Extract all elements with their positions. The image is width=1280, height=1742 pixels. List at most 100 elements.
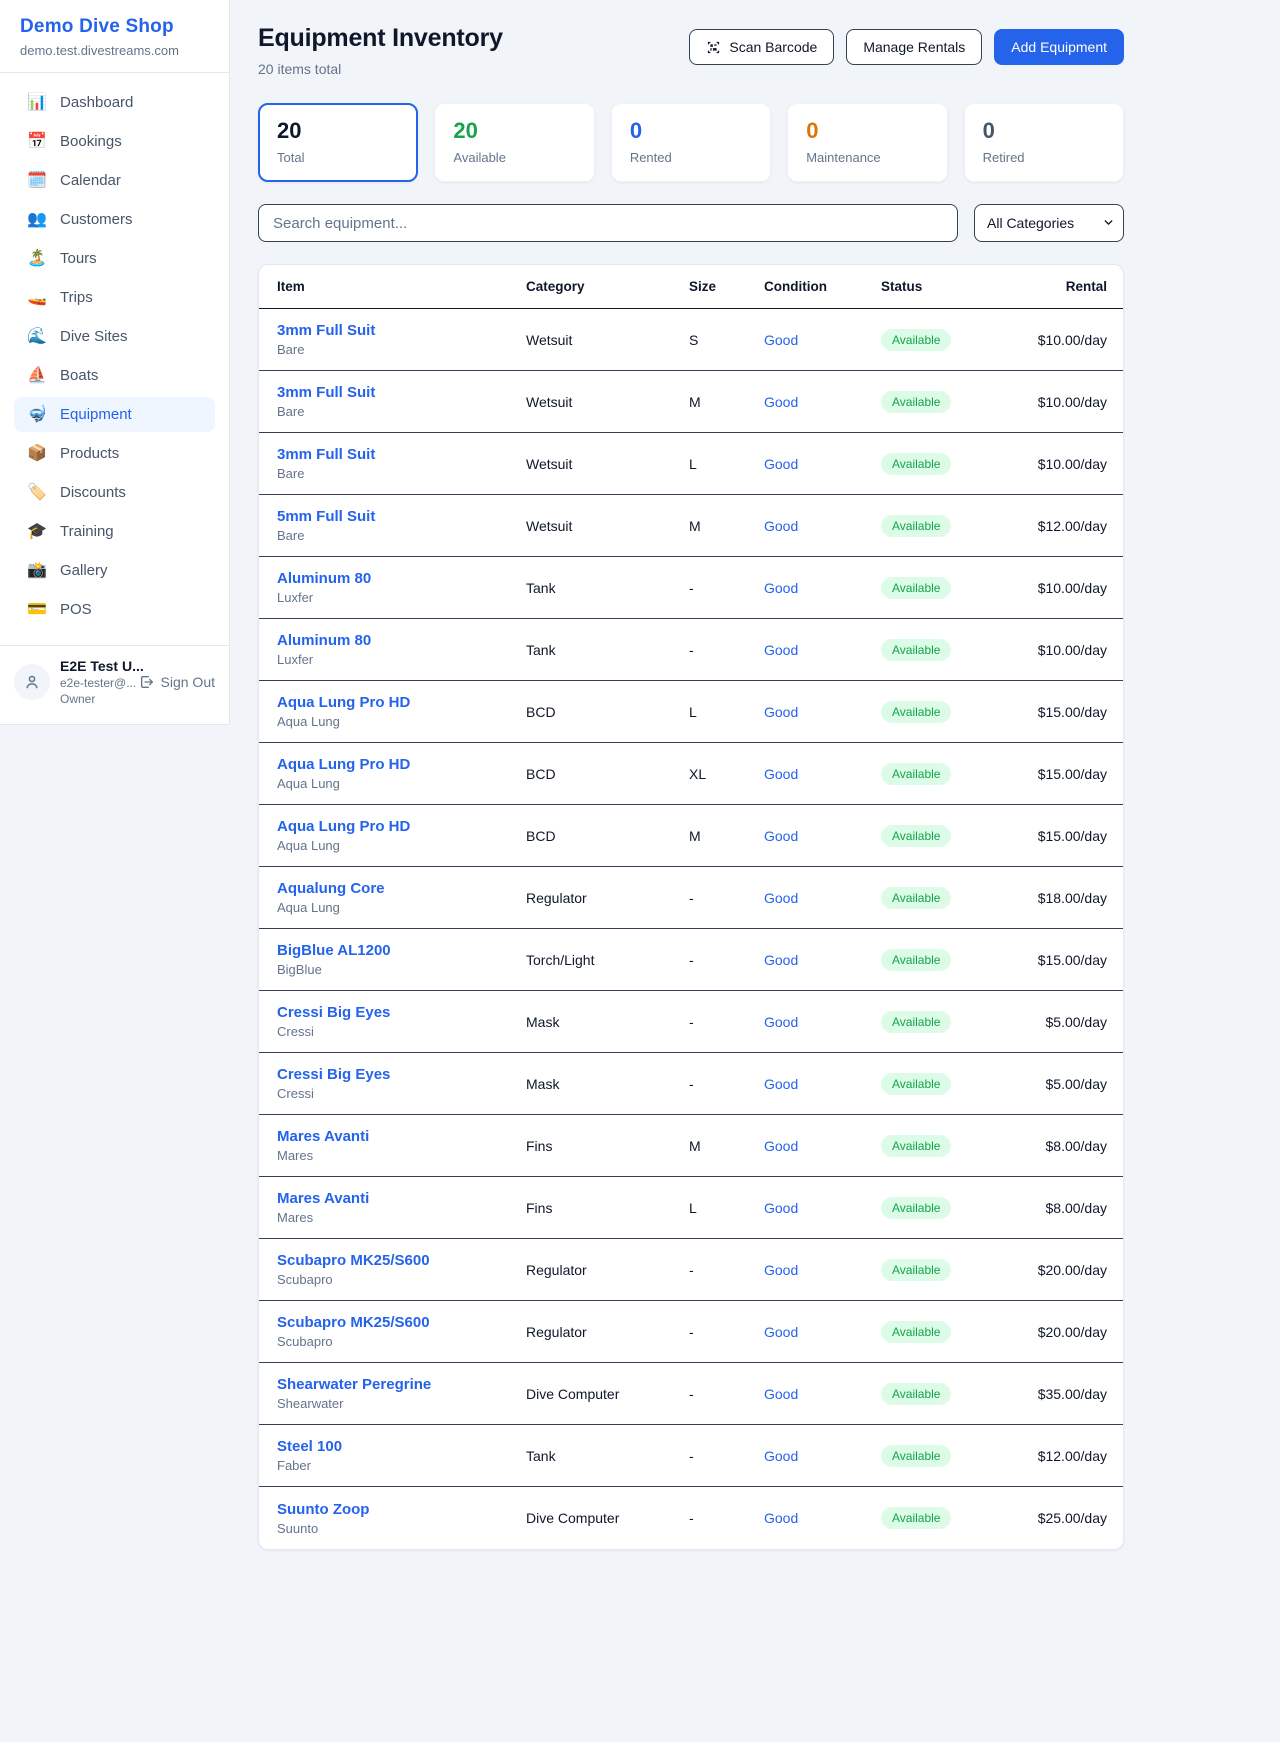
sidebar-item-gallery[interactable]: 📸 Gallery [14, 553, 215, 588]
item-name-link[interactable]: Mares Avanti [277, 1128, 526, 1145]
add-equipment-button[interactable]: Add Equipment [994, 29, 1124, 65]
item-name-link[interactable]: 3mm Full Suit [277, 322, 526, 339]
status-cell: Available [881, 825, 1026, 847]
status-badge: Available [881, 1073, 951, 1095]
item-cell: Mares Avanti Mares [277, 1190, 526, 1225]
sidebar-item-calendar[interactable]: 🗓️ Calendar [14, 163, 215, 198]
sidebar-item-equipment[interactable]: 🤿 Equipment [14, 397, 215, 432]
condition-link[interactable]: Good [764, 1138, 881, 1154]
pos-icon: 💳 [26, 602, 48, 618]
condition-link[interactable]: Good [764, 1324, 881, 1340]
rental-cell: $20.00/day [1026, 1324, 1107, 1340]
item-name-link[interactable]: Scubapro MK25/S600 [277, 1314, 526, 1331]
condition-link[interactable]: Good [764, 890, 881, 906]
sidebar-item-label: Equipment [60, 406, 132, 423]
item-name-link[interactable]: 3mm Full Suit [277, 384, 526, 401]
status-cell: Available [881, 1383, 1026, 1405]
condition-link[interactable]: Good [764, 332, 881, 348]
condition-link[interactable]: Good [764, 1448, 881, 1464]
item-cell: Aqua Lung Pro HD Aqua Lung [277, 818, 526, 853]
item-name-link[interactable]: Scubapro MK25/S600 [277, 1252, 526, 1269]
status-badge: Available [881, 515, 951, 537]
condition-link[interactable]: Good [764, 952, 881, 968]
item-name-link[interactable]: Aqua Lung Pro HD [277, 694, 526, 711]
condition-link[interactable]: Good [764, 828, 881, 844]
item-cell: Aqua Lung Pro HD Aqua Lung [277, 756, 526, 791]
sidebar-item-training[interactable]: 🎓 Training [14, 514, 215, 549]
stat-value: 20 [277, 118, 399, 144]
size-cell: - [689, 1262, 764, 1278]
table-row: BigBlue AL1200 BigBlue Torch/Light - Goo… [259, 929, 1123, 991]
condition-link[interactable]: Good [764, 1014, 881, 1030]
condition-link[interactable]: Good [764, 1386, 881, 1402]
item-name-link[interactable]: BigBlue AL1200 [277, 942, 526, 959]
status-cell: Available [881, 391, 1026, 413]
stat-card[interactable]: 20 Available [434, 103, 594, 182]
item-name-link[interactable]: 5mm Full Suit [277, 508, 526, 525]
status-cell: Available [881, 453, 1026, 475]
status-badge: Available [881, 825, 951, 847]
sidebar-item-products[interactable]: 📦 Products [14, 436, 215, 471]
category-cell: BCD [526, 828, 689, 844]
sidebar-item-dive-sites[interactable]: 🌊 Dive Sites [14, 319, 215, 354]
sidebar-item-dashboard[interactable]: 📊 Dashboard [14, 85, 215, 120]
condition-link[interactable]: Good [764, 642, 881, 658]
sidebar-item-discounts[interactable]: 🏷️ Discounts [14, 475, 215, 510]
stat-value: 0 [983, 118, 1105, 144]
condition-link[interactable]: Good [764, 1076, 881, 1092]
sidebar-item-customers[interactable]: 👥 Customers [14, 202, 215, 237]
rental-cell: $8.00/day [1026, 1200, 1107, 1216]
stat-card[interactable]: 20 Total [258, 103, 418, 182]
scan-barcode-button[interactable]: Scan Barcode [689, 29, 834, 65]
item-name-link[interactable]: Shearwater Peregrine [277, 1376, 526, 1393]
sidebar-item-label: Trips [60, 289, 93, 306]
rental-cell: $5.00/day [1026, 1014, 1107, 1030]
condition-link[interactable]: Good [764, 766, 881, 782]
item-name-link[interactable]: Aqualung Core [277, 880, 526, 897]
stat-card[interactable]: 0 Rented [611, 103, 771, 182]
sidebar-item-label: Calendar [60, 172, 121, 189]
category-select[interactable]: All Categories [974, 204, 1124, 242]
table-row: Steel 100 Faber Tank - Good Available $1… [259, 1425, 1123, 1487]
condition-link[interactable]: Good [764, 518, 881, 534]
sidebar-item-trips[interactable]: 🚤 Trips [14, 280, 215, 315]
user-meta: E2E Test U... e2e-tester@... Owner [60, 658, 129, 706]
sidebar-item-pos[interactable]: 💳 POS [14, 592, 215, 627]
size-cell: - [689, 580, 764, 596]
condition-link[interactable]: Good [764, 580, 881, 596]
manage-rentals-button[interactable]: Manage Rentals [846, 29, 982, 65]
stat-card[interactable]: 0 Maintenance [787, 103, 947, 182]
stat-label: Retired [983, 150, 1105, 165]
sidebar-item-label: Dashboard [60, 94, 133, 111]
category-cell: Regulator [526, 1324, 689, 1340]
size-cell: L [689, 1200, 764, 1216]
item-name-link[interactable]: Steel 100 [277, 1438, 526, 1455]
item-name-link[interactable]: Aluminum 80 [277, 570, 526, 587]
item-name-link[interactable]: Aluminum 80 [277, 632, 526, 649]
item-name-link[interactable]: Mares Avanti [277, 1190, 526, 1207]
stat-card[interactable]: 0 Retired [964, 103, 1124, 182]
condition-link[interactable]: Good [764, 1510, 881, 1526]
search-input[interactable] [258, 204, 958, 242]
item-name-link[interactable]: Suunto Zoop [277, 1501, 526, 1518]
condition-link[interactable]: Good [764, 1262, 881, 1278]
dashboard-icon: 📊 [26, 95, 48, 111]
brand-name[interactable]: Demo Dive Shop [20, 16, 209, 38]
condition-link[interactable]: Good [764, 704, 881, 720]
sidebar-item-boats[interactable]: ⛵ Boats [14, 358, 215, 393]
item-name-link[interactable]: Cressi Big Eyes [277, 1004, 526, 1021]
item-name-link[interactable]: Aqua Lung Pro HD [277, 818, 526, 835]
sidebar-item-tours[interactable]: 🏝️ Tours [14, 241, 215, 276]
sidebar-item-bookings[interactable]: 📅 Bookings [14, 124, 215, 159]
category-cell: BCD [526, 766, 689, 782]
item-name-link[interactable]: 3mm Full Suit [277, 446, 526, 463]
item-name-link[interactable]: Cressi Big Eyes [277, 1066, 526, 1083]
condition-link[interactable]: Good [764, 1200, 881, 1216]
tours-icon: 🏝️ [26, 251, 48, 267]
person-icon [23, 673, 41, 691]
condition-link[interactable]: Good [764, 394, 881, 410]
condition-link[interactable]: Good [764, 456, 881, 472]
sign-out-button[interactable]: Sign Out [139, 674, 215, 690]
item-name-link[interactable]: Aqua Lung Pro HD [277, 756, 526, 773]
item-brand: Mares [277, 1210, 526, 1225]
